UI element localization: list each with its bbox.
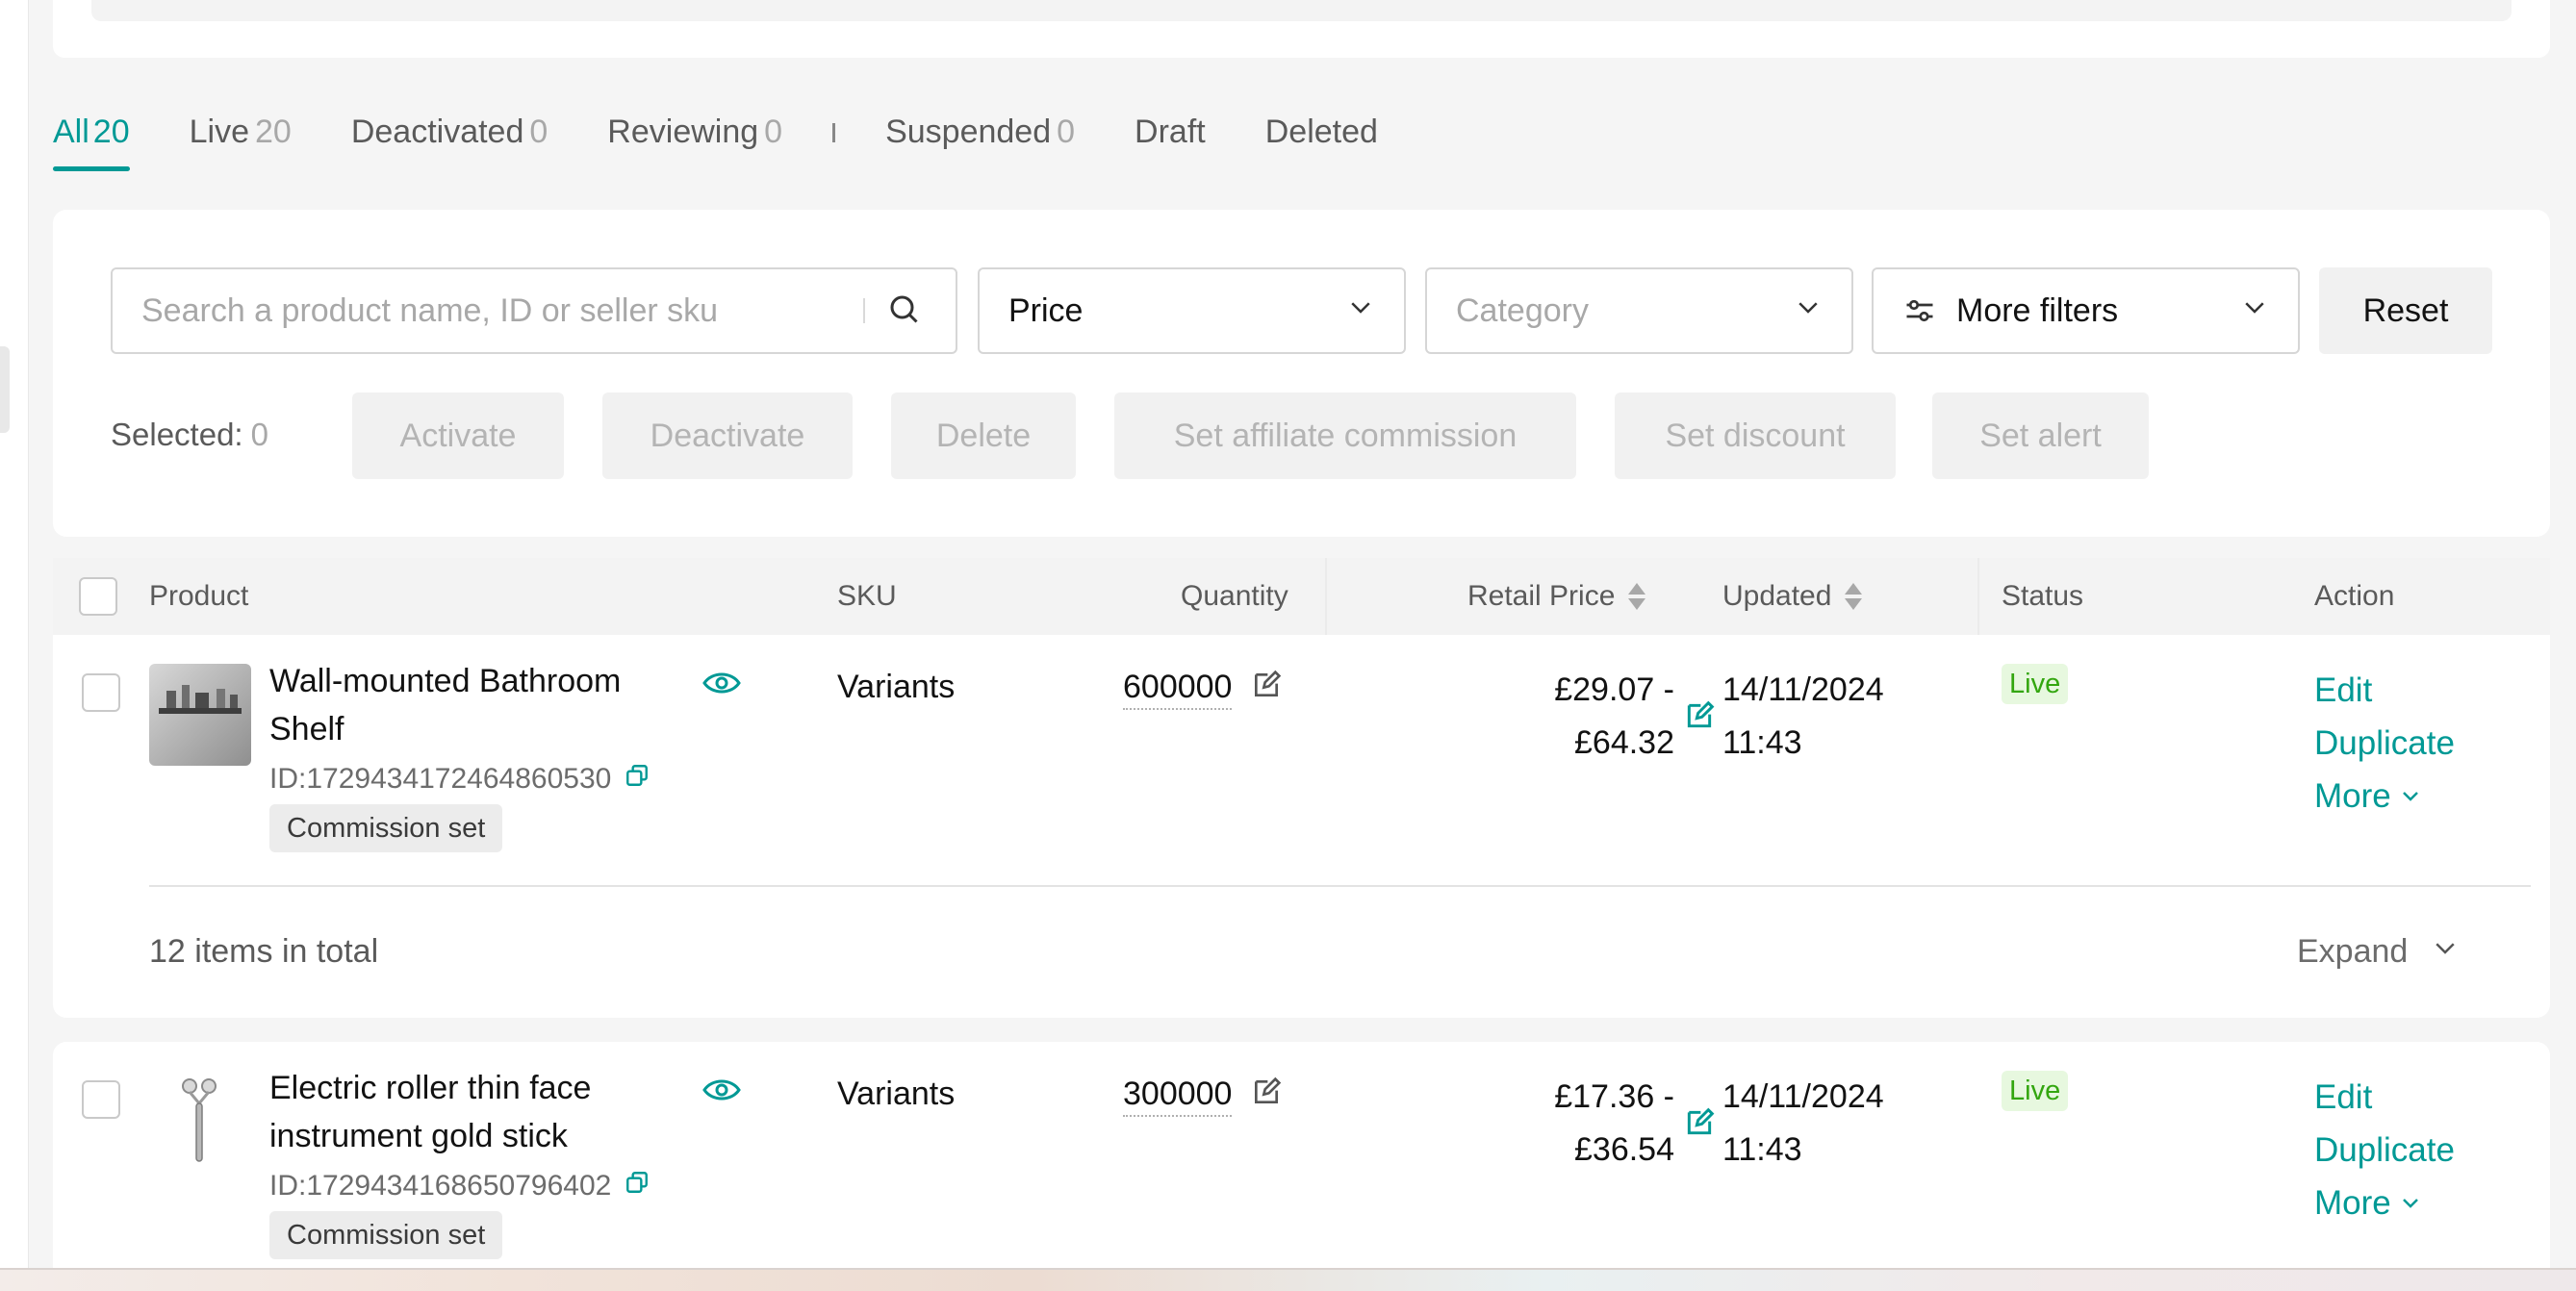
eye-icon[interactable]: [702, 669, 741, 702]
top-summary-card: [53, 0, 2550, 58]
column-action: Action: [2314, 580, 2395, 612]
sort-icon[interactable]: [1628, 583, 1646, 610]
status-badge: Live: [2002, 1071, 2069, 1111]
sku-value[interactable]: Variants: [837, 669, 955, 706]
search-field: [111, 267, 957, 354]
copy-icon[interactable]: [625, 763, 650, 796]
edit-link[interactable]: Edit: [2314, 664, 2455, 717]
tab-deactivated[interactable]: Deactivated 0: [351, 108, 548, 171]
retail-price: £17.36 - £36.54: [1554, 1078, 1674, 1168]
chevron-down-icon: [1346, 292, 1375, 330]
expand-button[interactable]: Expand: [2297, 933, 2460, 971]
delete-button[interactable]: Delete: [891, 392, 1076, 479]
sort-icon[interactable]: [1845, 583, 1863, 610]
tab-reviewing[interactable]: Reviewing 0: [607, 108, 782, 171]
table-row: Electric roller thin face instrument gol…: [53, 1042, 2550, 1291]
product-id: ID:1729434168650796402: [269, 1170, 612, 1202]
product-thumbnail[interactable]: [149, 664, 251, 766]
commission-tag: Commission set: [269, 804, 503, 852]
tab-all[interactable]: All 20: [53, 108, 130, 171]
tab-separator: [832, 123, 836, 142]
row-actions: Edit Duplicate More: [2314, 664, 2455, 823]
eye-icon[interactable]: [702, 1076, 741, 1109]
more-dropdown[interactable]: More: [2314, 770, 2455, 823]
edit-price-icon[interactable]: [1684, 700, 1715, 736]
table-row: Wall-mounted Bathroom Shelf ID:172943417…: [53, 635, 2550, 1018]
column-sku: SKU: [837, 580, 897, 612]
tab-live[interactable]: Live 20: [190, 108, 292, 171]
table-header: Product SKU Quantity Retail Price Update…: [53, 558, 2550, 635]
sidebar-collapse-handle[interactable]: [0, 346, 10, 433]
column-updated[interactable]: Updated: [1722, 558, 1863, 635]
status-tabs: All 20 Live 20 Deactivated 0 Reviewing 0 Sus…: [53, 108, 1378, 171]
select-all-checkbox[interactable]: [79, 577, 117, 616]
edit-price-icon[interactable]: [1684, 1107, 1715, 1143]
reset-button[interactable]: Reset: [2319, 267, 2492, 354]
search-input[interactable]: [141, 291, 863, 330]
edit-link[interactable]: Edit: [2314, 1071, 2455, 1124]
updated-timestamp: 14/11/2024 11:43: [1722, 1078, 1884, 1168]
set-affiliate-commission-button[interactable]: Set affiliate commission: [1114, 392, 1576, 479]
row-checkbox[interactable]: [82, 1080, 120, 1119]
quantity-value[interactable]: 600000: [1123, 669, 1233, 710]
retail-price: £29.07 - £64.32: [1554, 671, 1674, 761]
product-id: ID:1729434172464860530: [269, 763, 612, 795]
column-retail-price[interactable]: Retail Price: [1467, 558, 1646, 635]
search-icon[interactable]: [886, 291, 921, 331]
tab-draft[interactable]: Draft: [1135, 108, 1206, 171]
row-actions: Edit Duplicate More: [2314, 1071, 2455, 1229]
edit-icon[interactable]: [1251, 1076, 1282, 1116]
column-product: Product: [149, 580, 249, 612]
selected-count: Selected: 0: [111, 417, 268, 452]
sku-value[interactable]: Variants: [837, 1076, 955, 1113]
more-filters-dropdown[interactable]: More filters: [1872, 267, 2300, 354]
more-dropdown[interactable]: More: [2314, 1177, 2455, 1229]
chevron-down-icon: [2399, 1177, 2422, 1229]
edit-icon[interactable]: [1251, 670, 1282, 709]
duplicate-link[interactable]: Duplicate: [2314, 1124, 2455, 1177]
product-name[interactable]: Electric roller thin face instrument gol…: [269, 1064, 674, 1160]
product-name[interactable]: Wall-mounted Bathroom Shelf: [269, 657, 674, 753]
tab-suspended[interactable]: Suspended 0: [885, 108, 1075, 171]
left-sidebar-rail: [0, 0, 29, 1291]
copy-icon[interactable]: [625, 1170, 650, 1202]
activate-button[interactable]: Activate: [352, 392, 564, 479]
chevron-down-icon: [2431, 933, 2460, 971]
duplicate-link[interactable]: Duplicate: [2314, 717, 2455, 770]
tab-deleted[interactable]: Deleted: [1265, 108, 1378, 171]
category-dropdown[interactable]: Category: [1425, 267, 1853, 354]
product-thumbnail[interactable]: [149, 1071, 251, 1173]
updated-timestamp: 14/11/2024 11:43: [1722, 671, 1884, 761]
deactivate-button[interactable]: Deactivate: [602, 392, 853, 479]
variant-total: 12 items in total: [149, 933, 379, 970]
chevron-down-icon: [1794, 292, 1823, 330]
column-quantity: Quantity: [1181, 580, 1288, 612]
row-checkbox[interactable]: [82, 673, 120, 712]
commission-tag: Commission set: [269, 1211, 503, 1259]
status-badge: Live: [2002, 664, 2069, 704]
os-taskbar: [0, 1268, 2576, 1291]
filter-panel: Price Category More filters Reset Select…: [53, 210, 2550, 537]
set-alert-button[interactable]: Set alert: [1932, 392, 2149, 479]
chevron-down-icon: [2240, 292, 2269, 330]
column-status: Status: [2002, 580, 2084, 612]
price-dropdown[interactable]: Price: [978, 267, 1406, 354]
set-discount-button[interactable]: Set discount: [1615, 392, 1896, 479]
row-divider: [149, 885, 2531, 887]
filter-sliders-icon: [1902, 293, 1937, 328]
chevron-down-icon: [2399, 770, 2422, 823]
quantity-value[interactable]: 300000: [1123, 1076, 1233, 1117]
